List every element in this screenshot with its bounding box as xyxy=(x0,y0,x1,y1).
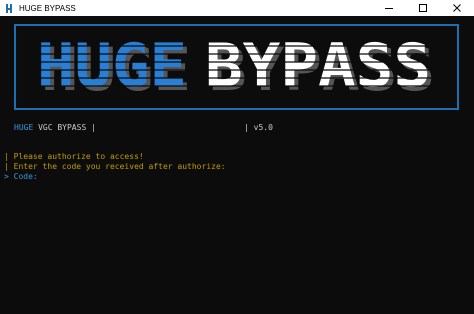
maximize-button[interactable] xyxy=(406,0,440,16)
code-prompt[interactable]: > Code: xyxy=(4,172,38,182)
app-icon xyxy=(4,3,14,13)
console-line: | Enter the code you received after auth… xyxy=(4,162,226,172)
prompt-label: Code: xyxy=(13,172,38,181)
header-version-line: | v5.0 xyxy=(244,123,273,133)
banner-word1: HUGE xyxy=(37,32,187,101)
prompt-prefix: > xyxy=(4,172,9,181)
close-icon xyxy=(453,4,461,12)
line-text: Please authorize to access! xyxy=(13,152,144,161)
console: HUGE VGC BYPASS | | v5.0 | Please author… xyxy=(0,118,474,188)
maximize-icon xyxy=(419,4,427,12)
banner: HUGE BYPASS HUGE BYPASS xyxy=(14,24,459,110)
header-separator-left: | xyxy=(91,123,96,132)
minimize-icon xyxy=(385,8,393,9)
line-prefix: | xyxy=(4,152,9,161)
close-button[interactable] xyxy=(440,0,474,16)
header-version: v5.0 xyxy=(253,123,273,132)
header-name: VGC BYPASS xyxy=(38,123,87,132)
console-line: | Please authorize to access! xyxy=(4,152,144,162)
minimize-button[interactable] xyxy=(372,0,406,16)
banner-logo: HUGE BYPASS HUGE BYPASS xyxy=(26,32,447,102)
window-controls xyxy=(372,0,474,16)
line-prefix: | xyxy=(4,162,9,171)
header-line: HUGE VGC BYPASS | xyxy=(14,123,96,133)
header-separator-right: | xyxy=(244,123,249,132)
window-title: HUGE BYPASS xyxy=(19,3,76,13)
header-brand: HUGE xyxy=(14,123,34,132)
line-text: Enter the code you received after author… xyxy=(13,162,226,171)
banner-word2: BYPASS xyxy=(205,32,431,101)
title-bar[interactable]: HUGE BYPASS xyxy=(0,0,474,16)
